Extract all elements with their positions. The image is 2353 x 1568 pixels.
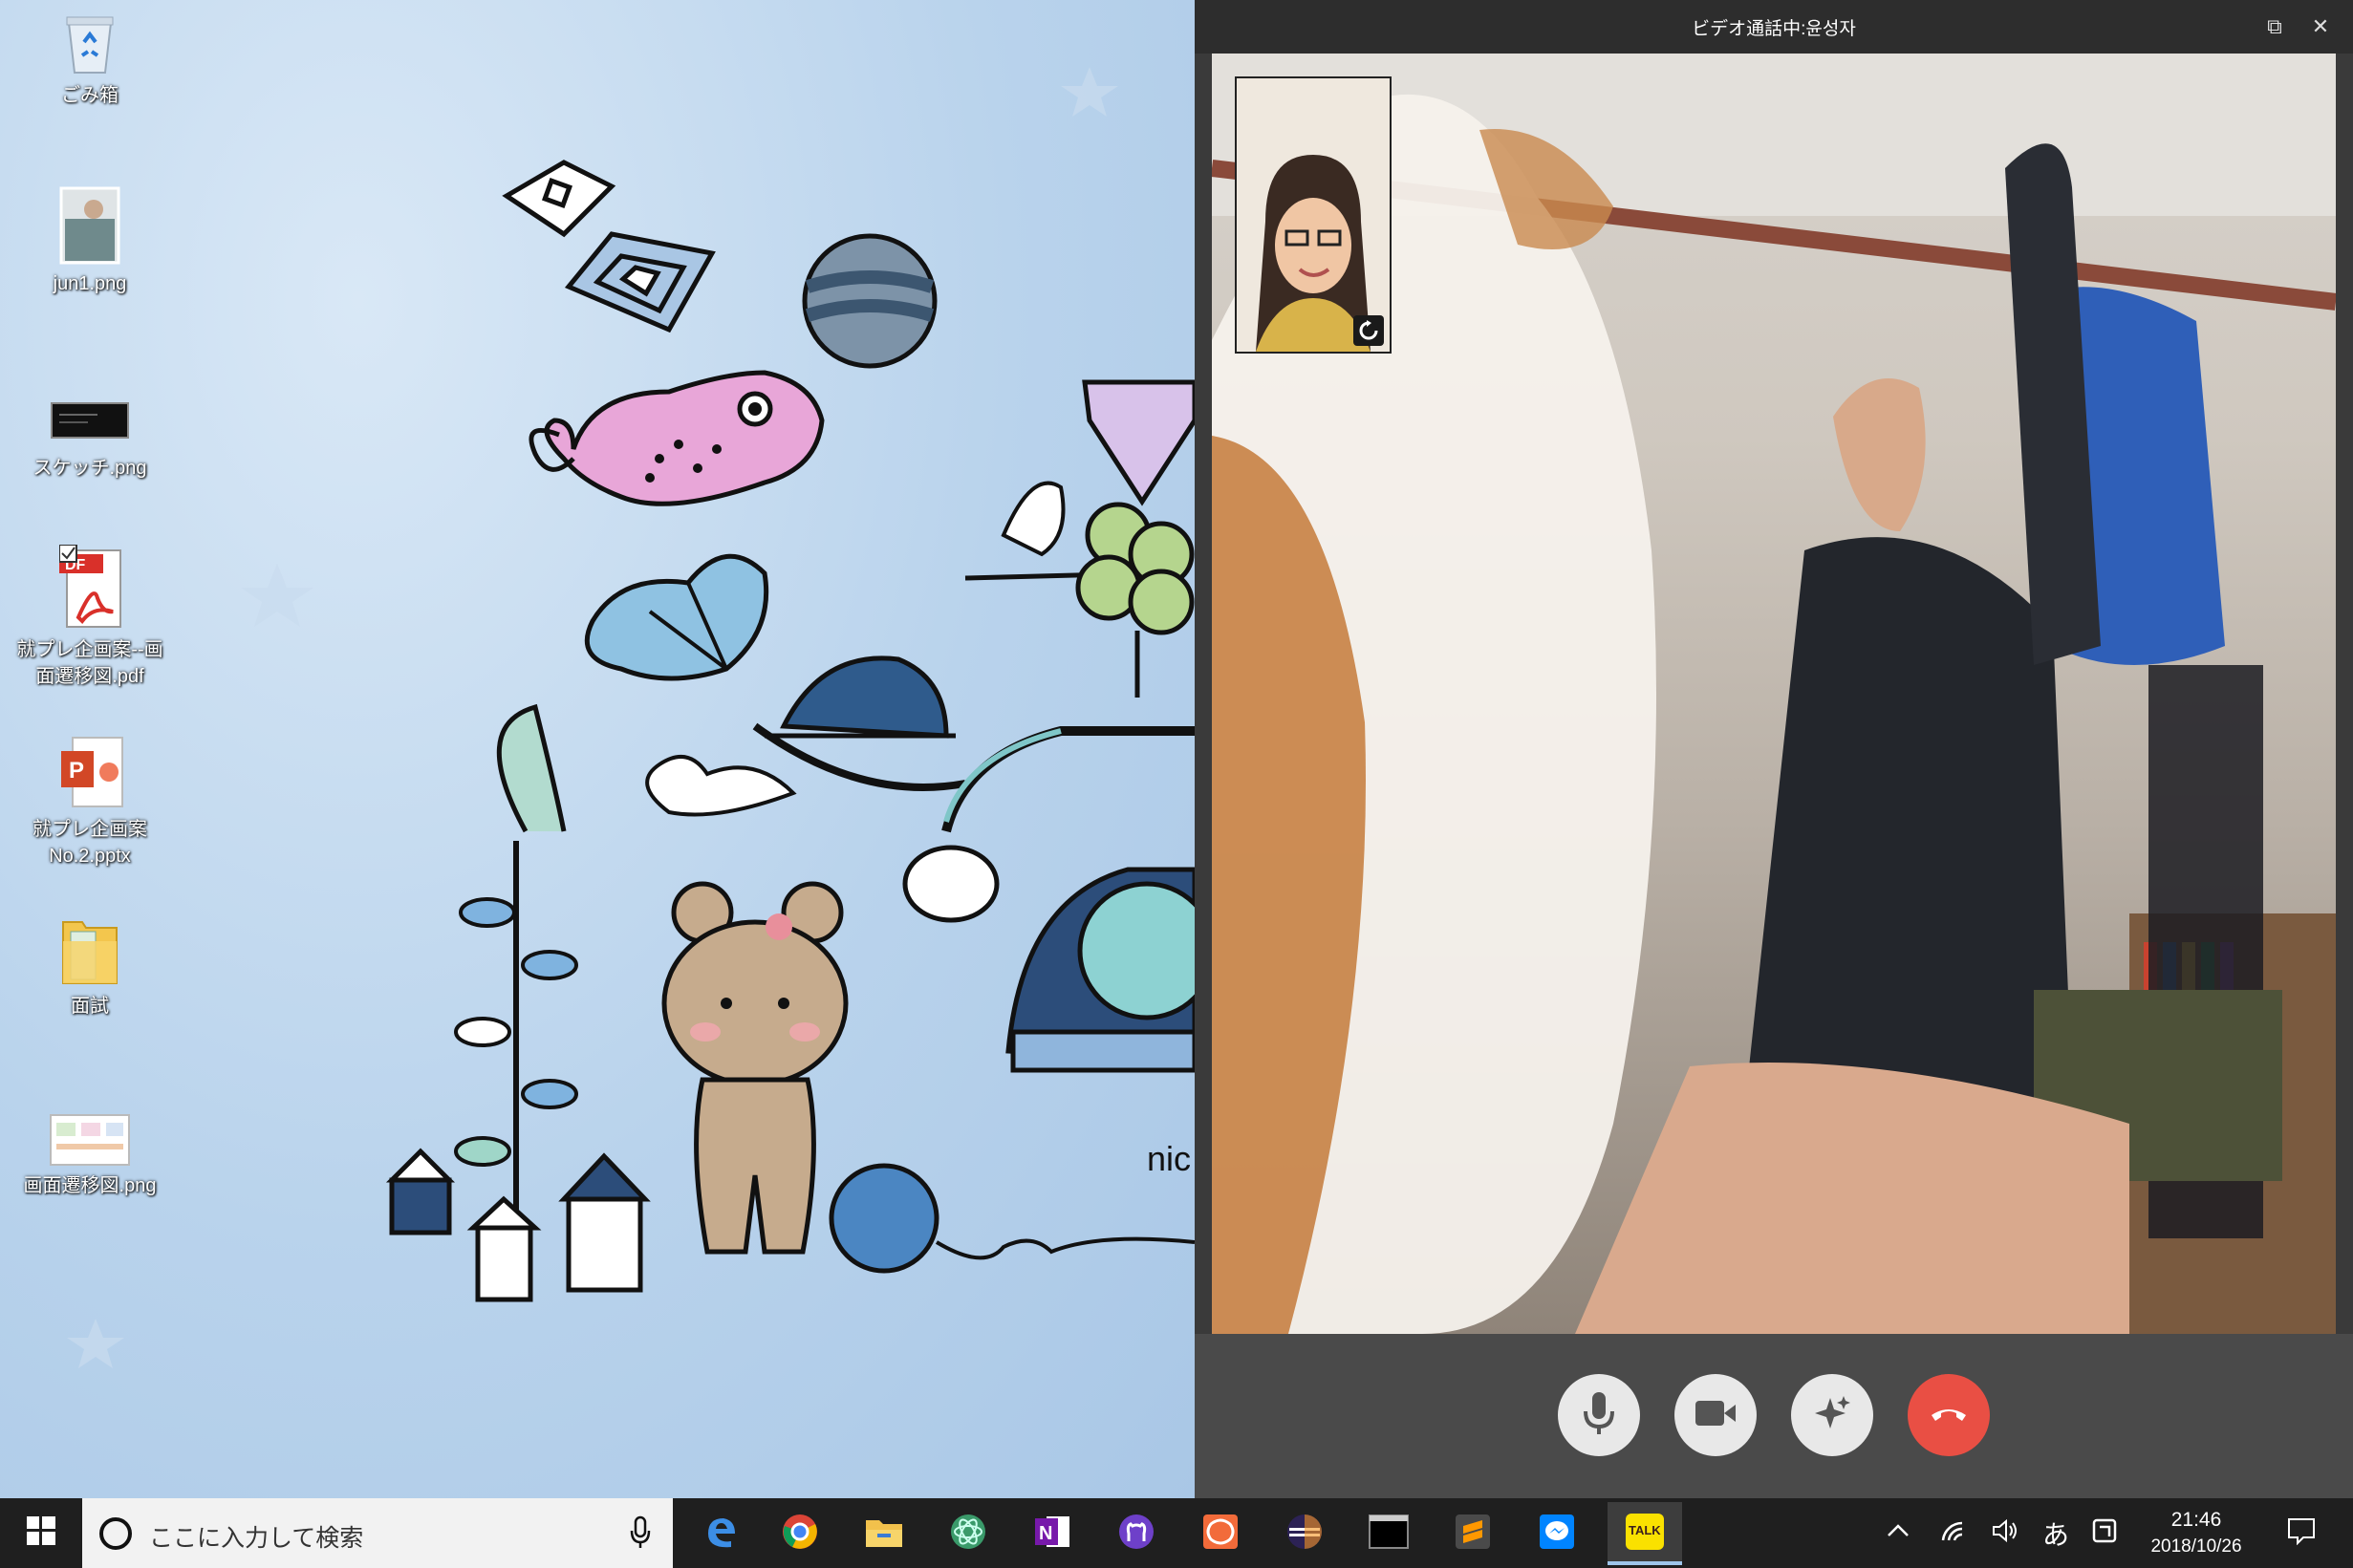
rotate-camera-icon[interactable] — [1353, 315, 1384, 346]
onenote-app-button[interactable]: N — [1015, 1502, 1090, 1565]
powerpoint-file-icon: P — [59, 734, 123, 810]
ime-indicator[interactable]: あ — [2032, 1498, 2080, 1568]
wallpaper-signature: nic — [1147, 1139, 1191, 1178]
video-camera-icon — [1694, 1399, 1738, 1432]
eclipse-app-button[interactable] — [1267, 1502, 1342, 1565]
close-button[interactable]: ✕ — [2303, 10, 2338, 44]
atom-icon — [949, 1513, 987, 1556]
volume-button[interactable] — [1984, 1498, 2028, 1568]
self-view[interactable] — [1235, 76, 1392, 354]
restore-button[interactable]: ⧉ — [2257, 10, 2292, 44]
desktop-icon-label: 就プレ企画案--画面遷移図.pdf — [16, 639, 163, 687]
github-app-button[interactable] — [1099, 1502, 1174, 1565]
messenger-app-button[interactable] — [1520, 1502, 1594, 1565]
chrome-app-button[interactable] — [763, 1502, 837, 1565]
desktop: nic ごみ箱 jun1.png スケッチ.png DF 就プレ企画案--画面遷… — [0, 0, 1195, 1498]
ime-pad-icon — [2091, 1517, 2118, 1549]
folder-icon — [864, 1514, 904, 1554]
action-center-button[interactable] — [2275, 1498, 2328, 1568]
taskbar: ここに入力して検索 N TALK あ 21:46 2018/10/26 — [0, 1498, 2353, 1568]
desktop-icon-folder[interactable]: 面試 — [8, 913, 172, 1020]
microphone-icon[interactable] — [629, 1515, 652, 1555]
clock-time: 21:46 — [2170, 1509, 2222, 1531]
kakaotalk-label: TALK — [1629, 1523, 1661, 1537]
desktop-icon-label: スケッチ.png — [32, 458, 147, 479]
desktop-icon-label: jun1.png — [53, 273, 127, 294]
video-call-window: ビデオ通話中:윤성자 ⧉ ✕ — [1195, 0, 2353, 1498]
messenger-icon — [1538, 1513, 1576, 1556]
effects-button[interactable] — [1791, 1374, 1873, 1456]
file-explorer-app-button[interactable] — [847, 1502, 921, 1565]
github-icon — [1117, 1513, 1155, 1556]
desktop-icon-recycle-bin[interactable]: ごみ箱 — [8, 10, 172, 109]
svg-text:N: N — [1039, 1523, 1052, 1544]
chrome-icon — [781, 1513, 819, 1556]
ime-pad-button[interactable] — [2083, 1498, 2126, 1568]
kakaotalk-app-button[interactable]: TALK — [1608, 1502, 1682, 1565]
search-placeholder: ここに入力して検索 — [149, 1525, 364, 1552]
hang-up-icon — [1928, 1402, 1970, 1429]
image-file-icon — [51, 401, 129, 449]
wifi-icon — [1939, 1519, 1966, 1547]
toggle-camera-button[interactable] — [1674, 1374, 1757, 1456]
folder-icon — [59, 913, 120, 987]
recycle-bin-icon — [59, 10, 120, 76]
chevron-up-icon — [1887, 1524, 1910, 1542]
image-file-icon — [59, 186, 120, 265]
call-title: ビデオ通話中:윤성자 — [1692, 19, 1856, 39]
svg-text:P: P — [69, 758, 84, 784]
notification-icon — [2286, 1516, 2317, 1550]
postman-app-button[interactable] — [1183, 1502, 1258, 1565]
remote-video — [1212, 54, 2336, 1334]
desktop-icon-sketch[interactable]: スケッチ.png — [8, 401, 172, 482]
call-controls — [1195, 1334, 2353, 1498]
image-file-icon — [50, 1113, 130, 1167]
mute-mic-button[interactable] — [1558, 1374, 1640, 1456]
sparkle-icon — [1811, 1392, 1853, 1439]
atom-app-button[interactable] — [931, 1502, 1005, 1565]
start-button[interactable] — [0, 1498, 82, 1568]
windows-logo-icon — [27, 1516, 55, 1550]
system-clock[interactable]: 21:46 2018/10/26 — [2129, 1506, 2263, 1559]
cortana-icon — [97, 1515, 134, 1557]
sublime-text-icon — [1454, 1513, 1492, 1556]
terminal-icon — [1369, 1514, 1409, 1554]
desktop-icon-label: 画面遷移図.png — [23, 1175, 157, 1196]
taskbar-search[interactable]: ここに入力して検索 — [82, 1498, 673, 1568]
kakaotalk-icon: TALK — [1626, 1514, 1664, 1550]
clock-date: 2018/10/26 — [2150, 1536, 2242, 1557]
postman-icon — [1201, 1513, 1240, 1556]
wallpaper: nic — [67, 67, 1195, 1368]
end-call-button[interactable] — [1908, 1374, 1990, 1456]
eclipse-icon — [1285, 1513, 1324, 1556]
speaker-icon — [1992, 1518, 2020, 1548]
microphone-icon — [1580, 1390, 1618, 1441]
network-button[interactable] — [1931, 1498, 1975, 1568]
desktop-icon-label: 就プレ企画案No.2.pptx — [32, 819, 147, 867]
edge-app-button[interactable] — [682, 1502, 757, 1565]
desktop-icon-label: 面試 — [71, 996, 109, 1017]
desktop-icon-jun1[interactable]: jun1.png — [8, 186, 172, 297]
sublime-text-app-button[interactable] — [1436, 1502, 1510, 1565]
desktop-icon-pdf[interactable]: DF 就プレ企画案--画面遷移図.pdf — [8, 544, 172, 690]
show-hidden-icons-button[interactable] — [1879, 1498, 1917, 1568]
onenote-icon: N — [1033, 1513, 1071, 1556]
call-title-bar[interactable]: ビデオ通話中:윤성자 ⧉ ✕ — [1195, 0, 2353, 54]
desktop-icon-label: ごみ箱 — [61, 85, 119, 106]
edge-icon — [701, 1513, 739, 1556]
pdf-file-icon: DF — [58, 544, 121, 631]
terminal-app-button[interactable] — [1351, 1502, 1426, 1565]
desktop-icon-screen-flow[interactable]: 画面遷移図.png — [8, 1113, 172, 1199]
desktop-icon-pptx[interactable]: P 就プレ企画案No.2.pptx — [8, 734, 172, 870]
